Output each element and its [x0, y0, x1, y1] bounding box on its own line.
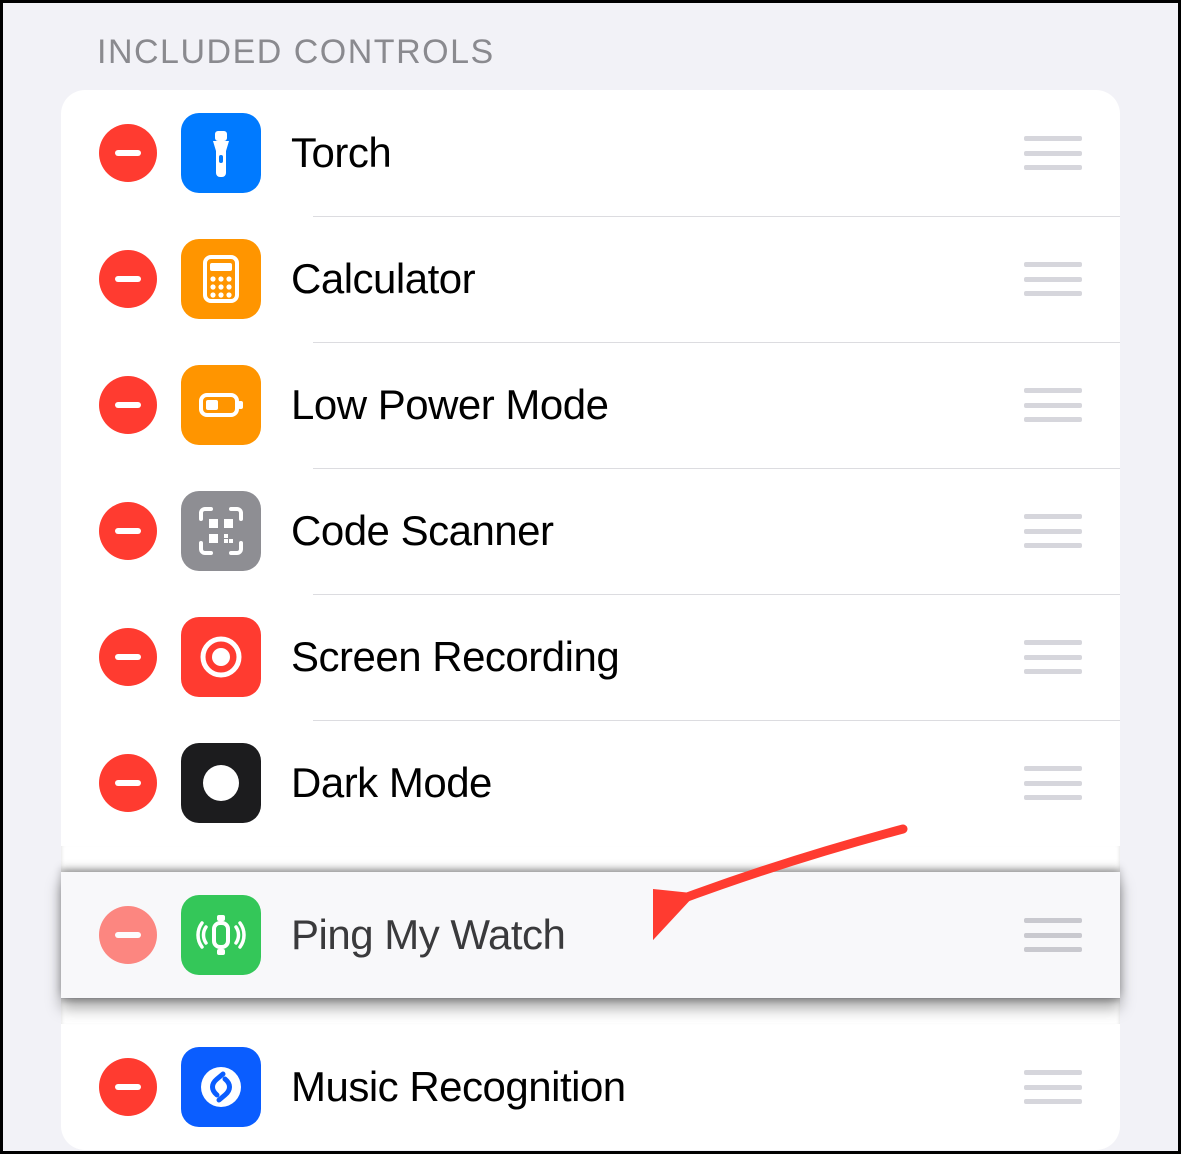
- control-row-code-scanner[interactable]: Code Scanner: [61, 468, 1120, 594]
- control-row-ping-my-watch[interactable]: Ping My Watch: [61, 872, 1120, 998]
- remove-button[interactable]: [99, 502, 157, 560]
- control-row-calculator[interactable]: Calculator: [61, 216, 1120, 342]
- darkmode-icon: [181, 743, 261, 823]
- controls-list: Torch Calculator Low Power Mode: [61, 90, 1120, 1150]
- battery-icon: [181, 365, 261, 445]
- drag-handle-icon[interactable]: [1024, 136, 1082, 170]
- control-row-dark-mode[interactable]: Dark Mode: [61, 720, 1120, 846]
- control-label: Torch: [291, 129, 1004, 177]
- drag-handle-icon[interactable]: [1024, 766, 1082, 800]
- drag-handle-icon[interactable]: [1024, 640, 1082, 674]
- pingwatch-icon: [181, 895, 261, 975]
- control-row-music-recognition[interactable]: Music Recognition: [61, 1024, 1120, 1150]
- remove-button[interactable]: [99, 906, 157, 964]
- calculator-icon: [181, 239, 261, 319]
- shazam-icon: [181, 1047, 261, 1127]
- settings-screen: INCLUDED CONTROLS Torch Calculator Low P…: [3, 3, 1178, 1150]
- control-row-low-power-mode[interactable]: Low Power Mode: [61, 342, 1120, 468]
- control-row-torch[interactable]: Torch: [61, 90, 1120, 216]
- drag-handle-icon[interactable]: [1024, 918, 1082, 952]
- control-label: Code Scanner: [291, 507, 1004, 555]
- control-label: Music Recognition: [291, 1063, 1004, 1111]
- drag-handle-icon[interactable]: [1024, 388, 1082, 422]
- control-label: Ping My Watch: [291, 911, 1004, 959]
- drag-handle-icon[interactable]: [1024, 262, 1082, 296]
- remove-button[interactable]: [99, 124, 157, 182]
- remove-button[interactable]: [99, 250, 157, 308]
- drag-handle-icon[interactable]: [1024, 514, 1082, 548]
- remove-button[interactable]: [99, 376, 157, 434]
- drag-handle-icon[interactable]: [1024, 1070, 1082, 1104]
- control-label: Calculator: [291, 255, 1004, 303]
- control-label: Screen Recording: [291, 633, 1004, 681]
- remove-button[interactable]: [99, 754, 157, 812]
- record-icon: [181, 617, 261, 697]
- remove-button[interactable]: [99, 628, 157, 686]
- qr-icon: [181, 491, 261, 571]
- control-label: Low Power Mode: [291, 381, 1004, 429]
- control-row-screen-recording[interactable]: Screen Recording: [61, 594, 1120, 720]
- control-label: Dark Mode: [291, 759, 1004, 807]
- torch-icon: [181, 113, 261, 193]
- section-header-included-controls: INCLUDED CONTROLS: [3, 23, 1178, 90]
- remove-button[interactable]: [99, 1058, 157, 1116]
